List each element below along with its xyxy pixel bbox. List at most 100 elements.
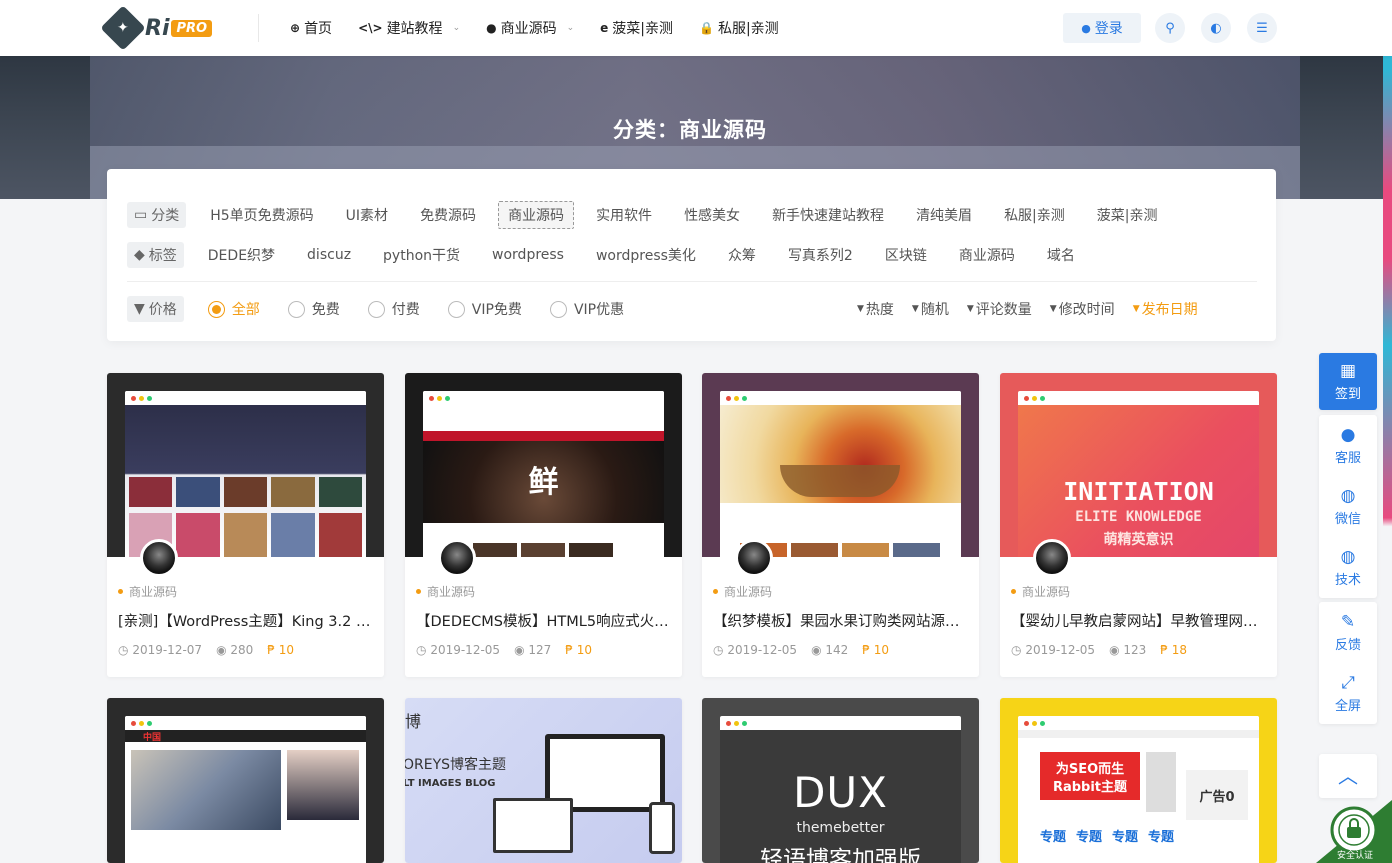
post-price-value: 10 xyxy=(873,643,890,657)
browser-dots xyxy=(720,391,961,405)
post-card[interactable]: DUX themebetter 轻语博客加强版 xyxy=(702,698,979,863)
fullscreen-icon: ⤢ xyxy=(1341,672,1355,693)
sort-option[interactable]: ▼ 热度 xyxy=(857,299,894,319)
logo-gem-icon: ✦ xyxy=(100,5,146,51)
chevron-down-icon: ⌄ xyxy=(452,23,461,33)
post-thumbnail[interactable]: 博 OREYS博客主题 LT IMAGES BLOG xyxy=(405,698,682,863)
phone-mockup xyxy=(649,802,675,854)
back-to-top-button[interactable]: ︿ xyxy=(1319,754,1377,798)
post-card[interactable]: 博 OREYS博客主题 LT IMAGES BLOG xyxy=(405,698,682,863)
side-tool-1[interactable]: ● 客服 xyxy=(1319,415,1377,476)
thumb-topic-2: 专题 xyxy=(1076,830,1103,845)
theme-toggle-button[interactable]: ◐ xyxy=(1201,13,1231,43)
price-radio-option[interactable]: VIP免费 xyxy=(447,299,522,319)
thumb-dux-cn-text: 轻语博客加强版 xyxy=(760,847,921,863)
tag-filter-option[interactable]: 写真系列2 xyxy=(788,245,853,265)
side-tool-0[interactable]: ▦ 签到 xyxy=(1319,353,1377,410)
category-filter-option[interactable]: H5单页免费源码 xyxy=(210,205,313,225)
sort-option[interactable]: ▼ 评论数量 xyxy=(967,299,1032,319)
post-thumbnail[interactable]: INITIATION ELITE KNOWLEDGE 萌精英意识 xyxy=(1000,373,1277,557)
category-filter-option[interactable]: 免费源码 xyxy=(420,205,476,225)
post-card[interactable]: 中国 xyxy=(107,698,384,863)
price-radio-option[interactable]: VIP优惠 xyxy=(549,299,625,319)
category-filter-option[interactable]: 商业源码 xyxy=(498,201,575,229)
post-meta: ◷ 2019-12-05 ◉ 123 ₱ 18 xyxy=(1011,643,1266,657)
post-card[interactable]: 为SEO而生 Rabbit主题 广告0 专题 专题 专题 专题 xyxy=(1000,698,1277,863)
post-title[interactable]: 【织梦模板】果园水果订购类网站源… xyxy=(713,610,968,631)
post-title[interactable]: [亲测]【WordPress主题】King 3.2 汉… xyxy=(118,610,373,631)
side-tool-label: 客服 xyxy=(1334,450,1361,466)
category-filter-option[interactable]: 实用软件 xyxy=(596,205,652,225)
post-card[interactable]: 商业源码 [亲测]【WordPress主题】King 3.2 汉… ◷ 2019… xyxy=(107,373,384,677)
author-avatar[interactable] xyxy=(735,539,773,577)
post-thumbnail[interactable] xyxy=(702,373,979,557)
login-button[interactable]: ● 登录 xyxy=(1063,13,1141,43)
category-filter-option[interactable]: UI素材 xyxy=(346,205,388,225)
radio-circle-icon xyxy=(287,300,305,318)
sort-option[interactable]: ▼ 随机 xyxy=(912,299,949,319)
tag-filter-option[interactable]: DEDE织梦 xyxy=(208,245,275,265)
post-category[interactable]: 商业源码 xyxy=(118,583,373,600)
nav-item-0[interactable]: ⊕ 首页 xyxy=(290,18,332,38)
category-filter-option[interactable]: 新手快速建站教程 xyxy=(772,205,884,225)
price-radio-option[interactable]: 付费 xyxy=(367,299,420,319)
logo-ri-text: Ri xyxy=(145,15,170,41)
price-radio-option[interactable]: 全部 xyxy=(207,299,260,319)
tag-filter-option[interactable]: python干货 xyxy=(383,245,460,265)
price-radio-option[interactable]: 免费 xyxy=(287,299,340,319)
side-tool-2[interactable]: ◍ 微信 xyxy=(1319,476,1377,537)
post-thumbnail[interactable]: 鲜 xyxy=(405,373,682,557)
tag-filter-option[interactable]: wordpress美化 xyxy=(596,245,696,265)
post-thumbnail[interactable] xyxy=(107,373,384,557)
radio-circle-icon xyxy=(367,300,385,318)
coin-icon: ₱ xyxy=(565,643,573,657)
category-filter-option[interactable]: 性感美女 xyxy=(684,205,740,225)
post-thumbnail[interactable]: 为SEO而生 Rabbit主题 广告0 专题 专题 专题 专题 xyxy=(1000,698,1277,863)
post-category[interactable]: 商业源码 xyxy=(416,583,671,600)
category-filter-option[interactable]: 私服|亲测 xyxy=(1004,205,1065,225)
side-tool-3[interactable]: ◍ 技术 xyxy=(1319,537,1377,598)
price-radio-label: 付费 xyxy=(391,302,420,318)
tag-filter-option[interactable]: discuz xyxy=(307,247,351,263)
search-button[interactable]: ⚲ xyxy=(1155,13,1185,43)
tag-filter-option[interactable]: 众筹 xyxy=(728,245,756,265)
clock-icon: ◷ xyxy=(1011,643,1022,657)
post-card[interactable]: INITIATION ELITE KNOWLEDGE 萌精英意识 商业源码 【婴… xyxy=(1000,373,1277,677)
screenshot-dedecms-fresh: 鲜 xyxy=(423,405,664,557)
post-card[interactable]: 鲜 商业源码 【DEDECMS模板】HTML5响应式火… ◷ 2019-12-0… xyxy=(405,373,682,677)
side-tool-5[interactable]: ⤢ 全屏 xyxy=(1319,663,1377,724)
nav-item-1[interactable]: <\> 建站教程 ⌄ xyxy=(358,18,460,38)
category-filter-option[interactable]: 清纯美眉 xyxy=(916,205,972,225)
coin-icon: ₱ xyxy=(862,643,870,657)
post-thumbnail[interactable]: 中国 xyxy=(107,698,384,863)
site-logo[interactable]: ✦ Ri PRO xyxy=(100,5,213,51)
screenshot-rabbit-theme: 为SEO而生 Rabbit主题 广告0 专题 专题 专题 专题 xyxy=(1018,730,1259,863)
sort-option[interactable]: ▼ 发布日期 xyxy=(1133,299,1198,319)
post-category-label: 商业源码 xyxy=(1022,585,1071,599)
author-avatar[interactable] xyxy=(140,539,178,577)
post-category[interactable]: 商业源码 xyxy=(713,583,968,600)
menu-button[interactable]: ☰ xyxy=(1247,13,1277,43)
tag-filter-option[interactable]: wordpress xyxy=(492,247,564,263)
nav-item-4[interactable]: 🔒 私服|亲测 xyxy=(699,18,779,38)
sort-option[interactable]: ▼ 修改时间 xyxy=(1050,299,1115,319)
price-radio-label: VIP优惠 xyxy=(573,302,625,318)
post-title[interactable]: 【婴幼儿早教启蒙网站】早教管理网… xyxy=(1011,610,1266,631)
side-tool-4[interactable]: ✎ 反馈 xyxy=(1319,602,1377,663)
nav-item-3[interactable]: e 菠菜|亲测 xyxy=(600,18,673,38)
post-title[interactable]: 【DEDECMS模板】HTML5响应式火… xyxy=(416,610,671,631)
post-category[interactable]: 商业源码 xyxy=(1011,583,1266,600)
author-avatar[interactable] xyxy=(1033,539,1071,577)
tag-filter-option[interactable]: 区块链 xyxy=(885,245,927,265)
category-filter-option[interactable]: 菠菜|亲测 xyxy=(1097,205,1158,225)
post-price-value: 10 xyxy=(278,643,295,657)
caret-down-icon: ▼ xyxy=(911,304,919,314)
tag-filter-option[interactable]: 域名 xyxy=(1047,245,1075,265)
nav-item-2[interactable]: ● 商业源码 ⌄ xyxy=(486,18,574,38)
post-views-value: 280 xyxy=(230,643,254,657)
tag-filter-option[interactable]: 商业源码 xyxy=(959,245,1015,265)
post-card[interactable]: 商业源码 【织梦模板】果园水果订购类网站源… ◷ 2019-12-05 ◉ 14… xyxy=(702,373,979,677)
post-thumbnail[interactable]: DUX themebetter 轻语博客加强版 xyxy=(702,698,979,863)
browser-mockup: 中国 xyxy=(125,716,366,863)
author-avatar[interactable] xyxy=(438,539,476,577)
